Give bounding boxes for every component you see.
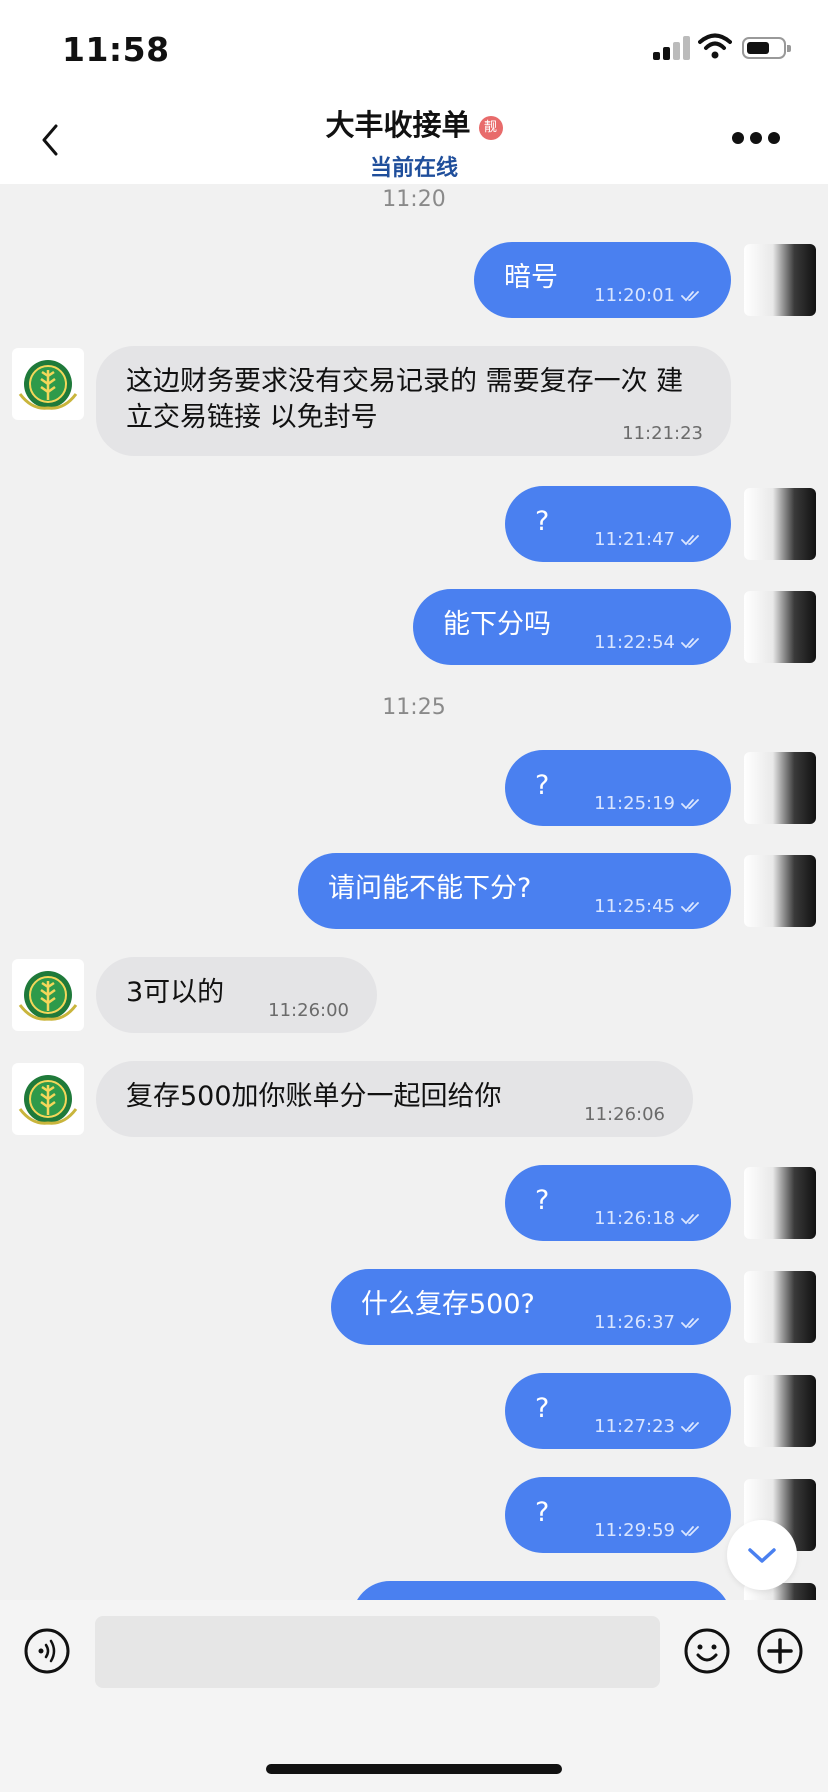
read-check-icon (681, 1318, 699, 1329)
message-input[interactable] (95, 1616, 660, 1688)
read-check-icon (681, 902, 699, 913)
contact-avatar[interactable] (12, 1063, 84, 1135)
message-bubble-out[interactable]: ? 11:21:47 (505, 486, 731, 562)
message-time: 11:26:37 (594, 1312, 675, 1333)
message-text: ? (535, 506, 550, 537)
message-text: ? (535, 770, 550, 801)
message-bubble-out[interactable]: 什么复存500? 11:26:37 (331, 1269, 731, 1345)
message-text: ? (535, 1497, 550, 1528)
message-text: 能下分吗 (443, 609, 551, 640)
read-check-icon (681, 799, 699, 810)
wifi-icon (698, 33, 732, 59)
message-text: 3可以的 (126, 977, 225, 1008)
status-time: 11:58 (62, 30, 170, 69)
message-text: 复存500加你账单分一起回给你 (126, 1081, 502, 1112)
time-stamp: 11:25 (382, 695, 446, 720)
my-avatar[interactable] (744, 488, 816, 560)
read-check-icon (681, 291, 699, 302)
message-bubble-out[interactable]: ? 11:29:59 (505, 1477, 731, 1553)
status-bar: 11:58 (0, 0, 828, 94)
message-time: 11:25:45 (594, 896, 675, 917)
message-bubble-out[interactable]: ? 11:26:18 (505, 1165, 731, 1241)
message-bubble-out[interactable]: 能下分吗 11:22:54 (413, 589, 731, 665)
my-avatar[interactable] (744, 1271, 816, 1343)
message-time: 11:21:23 (622, 423, 703, 444)
message-text: ? (535, 1185, 550, 1216)
vip-badge: 靓 (478, 116, 503, 140)
message-list[interactable]: 11:20 暗号 11:20:01 这边财务要求没有交易记录的 需要复存一次 建… (0, 184, 828, 1600)
wheat-logo-icon (18, 1075, 78, 1125)
message-text: 暗号 (504, 262, 558, 293)
message-time: 11:20:01 (594, 285, 675, 306)
message-text: 这边财务要求没有交易记录的 需要复存一次 建立交易链接 以免封号 (126, 366, 684, 433)
scroll-to-bottom-button[interactable] (727, 1520, 797, 1590)
chevron-down-icon (748, 1548, 776, 1563)
message-time: 11:29:59 (594, 1520, 675, 1541)
read-check-icon (681, 1422, 699, 1433)
read-check-icon (681, 535, 699, 546)
plus-circle-icon[interactable] (757, 1628, 803, 1674)
wheat-logo-icon (18, 360, 78, 410)
message-time: 11:22:54 (594, 632, 675, 653)
my-avatar[interactable] (744, 1375, 816, 1447)
more-horizontal-icon[interactable] (732, 132, 780, 146)
message-text: 什么复存500? (361, 1289, 535, 1320)
my-avatar[interactable] (744, 855, 816, 927)
my-avatar[interactable] (744, 244, 816, 316)
chat-title: 大丰收接单 (325, 108, 471, 142)
read-check-icon (681, 638, 699, 649)
message-time: 11:27:23 (594, 1416, 675, 1437)
emoji-icon[interactable] (684, 1628, 730, 1674)
signal-icon (653, 36, 690, 60)
voice-icon[interactable] (24, 1628, 70, 1674)
read-check-icon (681, 1526, 699, 1537)
message-bubble-in[interactable]: 这边财务要求没有交易记录的 需要复存一次 建立交易链接 以免封号 11:21:2… (96, 346, 731, 456)
my-avatar[interactable] (744, 752, 816, 824)
message-bubble-out[interactable]: ? 11:27:23 (505, 1373, 731, 1449)
home-indicator[interactable] (266, 1764, 562, 1774)
message-bubble-out[interactable]: 请问能不能下分? 11:25:45 (298, 853, 731, 929)
wheat-logo-icon (18, 971, 78, 1021)
message-bubble-in[interactable]: 复存500加你账单分一起回给你 11:26:06 (96, 1061, 693, 1137)
message-time: 11:26:00 (268, 1000, 349, 1021)
message-time: 11:25:19 (594, 793, 675, 814)
message-time: 11:26:18 (594, 1208, 675, 1229)
message-text: ? (535, 1393, 550, 1424)
message-bubble-in[interactable]: 3可以的 11:26:00 (96, 957, 377, 1033)
message-text: 请问能不能下分? (328, 873, 532, 904)
message-time: 11:21:47 (594, 529, 675, 550)
message-time: 11:26:06 (584, 1104, 665, 1125)
message-bubble-out[interactable]: 暗号 11:20:01 (474, 242, 731, 318)
read-check-icon (681, 1214, 699, 1225)
chat-header: 大丰收接单靓 当前在线 (0, 94, 828, 184)
contact-avatar[interactable] (12, 959, 84, 1031)
time-stamp: 11:20 (382, 187, 446, 212)
chat-title-wrap: 大丰收接单靓 (0, 102, 828, 144)
message-bubble-out-partial[interactable] (352, 1581, 731, 1600)
my-avatar[interactable] (744, 1167, 816, 1239)
message-bubble-out[interactable]: ? 11:25:19 (505, 750, 731, 826)
battery-icon (742, 37, 791, 59)
online-status: 当前在线 (369, 156, 458, 181)
my-avatar[interactable] (744, 591, 816, 663)
contact-avatar[interactable] (12, 348, 84, 420)
